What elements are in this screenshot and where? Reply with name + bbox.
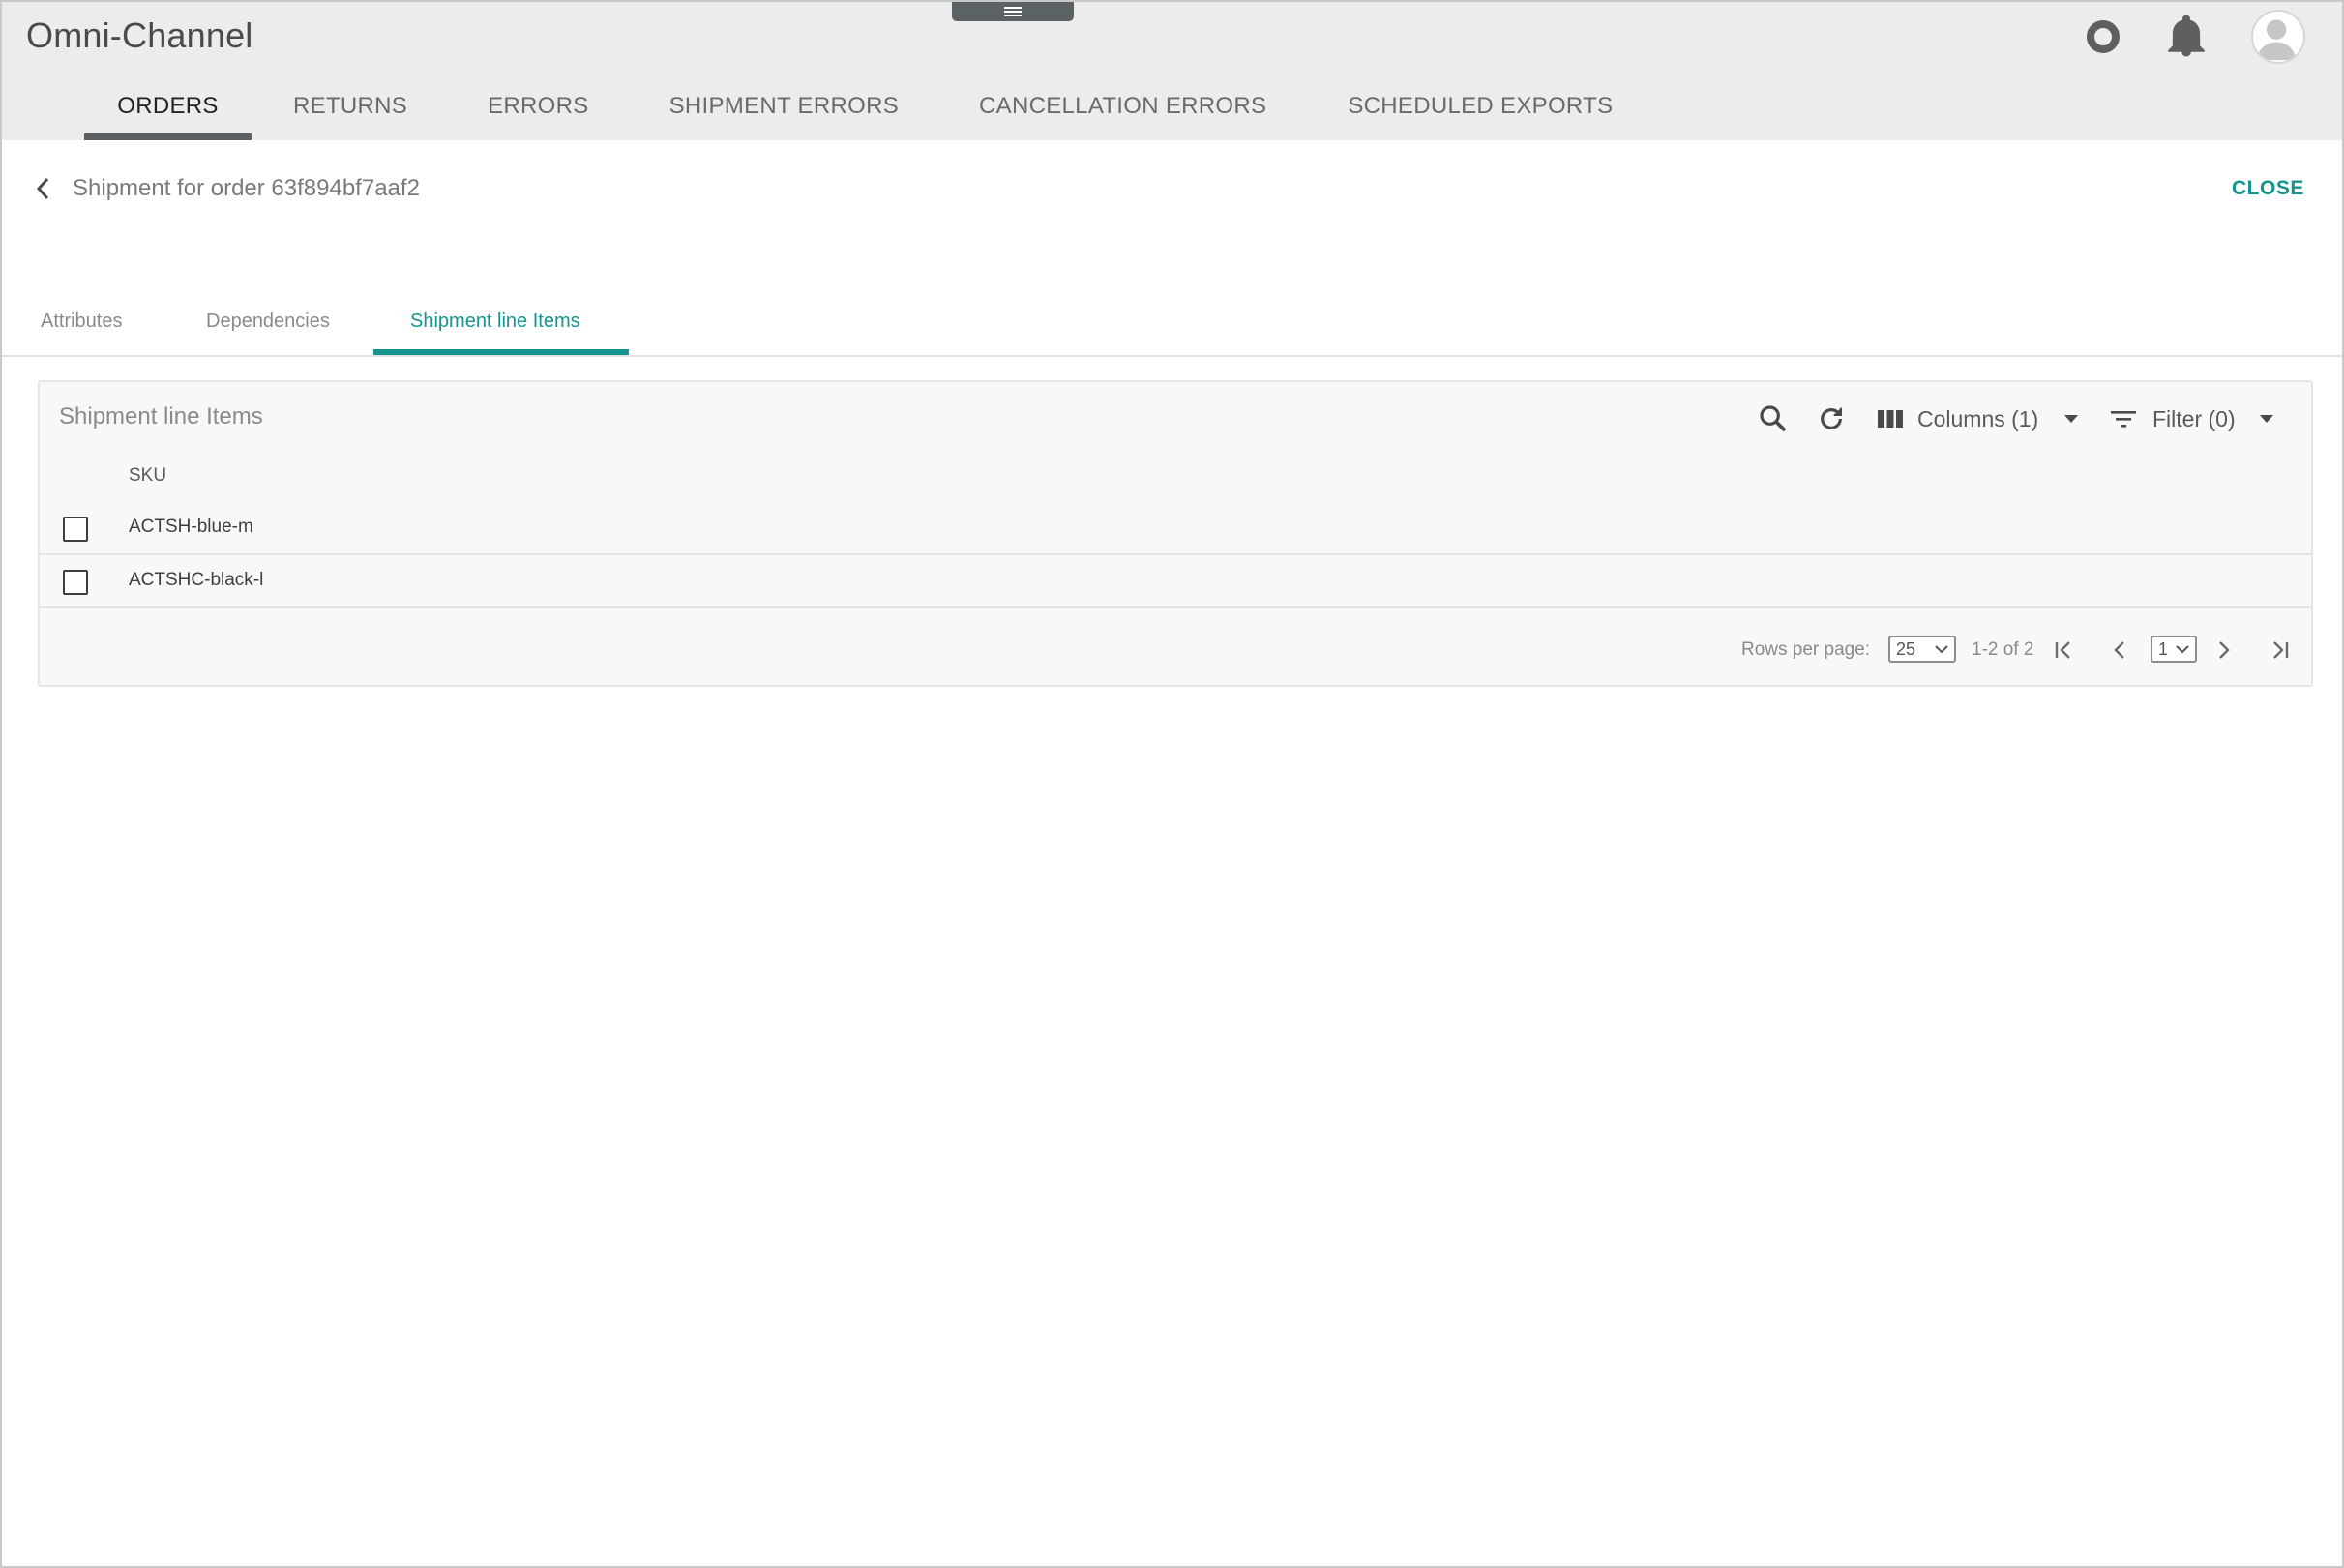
rows-per-page-label: Rows per page: — [1741, 639, 1871, 660]
caret-down-icon — [2064, 415, 2079, 423]
active-tab-indicator — [373, 349, 629, 355]
page-select[interactable]: 1 — [2151, 636, 2197, 663]
column-header-sku[interactable]: SKU — [129, 465, 166, 487]
tab-orders[interactable]: ORDERS — [84, 85, 252, 140]
tab-returns[interactable]: RETURNS — [293, 85, 407, 140]
app-header: Omni-Channel ORDERS RETURNS ERRORS SHIPM… — [2, 2, 2342, 140]
tab-scheduled-exports-label: SCHEDULED EXPORTS — [1348, 93, 1614, 119]
tab-shipment-errors[interactable]: SHIPMENT ERRORS — [669, 85, 899, 140]
cell-sku: ACTSHC-black-l — [129, 570, 264, 590]
columns-button[interactable]: Columns (1) — [1877, 401, 2079, 436]
grid-title: Shipment line Items — [59, 403, 263, 429]
chevron-down-icon — [2176, 645, 2189, 654]
avatar[interactable] — [2251, 10, 2305, 64]
row-checkbox[interactable] — [63, 517, 88, 542]
back-arrow-icon[interactable] — [34, 176, 53, 201]
tab-errors-label: ERRORS — [488, 93, 589, 119]
tab-cancellation-errors[interactable]: CANCELLATION ERRORS — [979, 85, 1266, 140]
chevron-down-icon — [1935, 645, 1948, 654]
main-nav: ORDERS RETURNS ERRORS SHIPMENT ERRORS CA… — [84, 85, 1613, 140]
tab-dependencies[interactable]: Dependencies — [206, 311, 330, 333]
detail-tabs: Attributes Dependencies Shipment line It… — [2, 297, 2342, 357]
tab-scheduled-exports[interactable]: SCHEDULED EXPORTS — [1348, 85, 1613, 140]
rows-per-page-select[interactable]: 25 — [1888, 636, 1956, 663]
previous-page-icon[interactable] — [2108, 637, 2133, 663]
table-row[interactable]: ACTSH-blue-m — [40, 504, 2311, 555]
circle-icon[interactable] — [2087, 20, 2120, 53]
range-text: 1-2 of 2 — [1972, 639, 2034, 660]
avatar-icon — [2256, 19, 2297, 61]
tab-attributes[interactable]: Attributes — [41, 311, 122, 333]
tab-orders-label: ORDERS — [117, 93, 219, 119]
hamburger-icon — [1004, 7, 1022, 16]
tab-cancellation-errors-label: CANCELLATION ERRORS — [979, 93, 1267, 119]
caret-down-icon — [2259, 415, 2273, 423]
filter-button[interactable]: Filter (0) — [2110, 401, 2274, 436]
columns-icon — [1878, 410, 1903, 428]
row-checkbox[interactable] — [63, 570, 88, 595]
bell-icon[interactable] — [2168, 15, 2205, 58]
page-value: 1 — [2158, 639, 2169, 659]
close-button[interactable]: CLOSE — [2232, 177, 2304, 200]
tab-returns-label: RETURNS — [293, 93, 408, 119]
refresh-icon[interactable] — [1816, 401, 1847, 436]
app-window: Omni-Channel ORDERS RETURNS ERRORS SHIPM… — [0, 0, 2344, 1568]
tab-shipment-line-items[interactable]: Shipment line Items — [410, 311, 580, 333]
next-page-icon[interactable] — [2210, 637, 2236, 663]
page-title: Shipment for order 63f894bf7aaf2 — [73, 175, 420, 201]
rows-per-page-value: 25 — [1896, 639, 1916, 659]
filter-icon — [2111, 411, 2136, 428]
tab-shipment-errors-label: SHIPMENT ERRORS — [668, 93, 900, 119]
menu-handle[interactable] — [952, 2, 1074, 21]
cell-sku: ACTSH-blue-m — [129, 517, 253, 537]
filter-label: Filter (0) — [2152, 405, 2236, 431]
app-title: Omni-Channel — [26, 15, 253, 55]
pagination: Rows per page: 25 1-2 of 2 1 — [40, 636, 2311, 665]
tab-errors[interactable]: ERRORS — [488, 85, 588, 140]
first-page-icon[interactable] — [2052, 637, 2077, 663]
search-icon[interactable] — [1758, 401, 1789, 436]
columns-label: Columns (1) — [1917, 405, 2039, 431]
last-page-icon[interactable] — [2267, 637, 2292, 663]
shipment-line-items-grid: Shipment line Items Columns (1) Filter (… — [38, 380, 2313, 687]
table-row[interactable]: ACTSHC-black-l — [40, 557, 2311, 608]
